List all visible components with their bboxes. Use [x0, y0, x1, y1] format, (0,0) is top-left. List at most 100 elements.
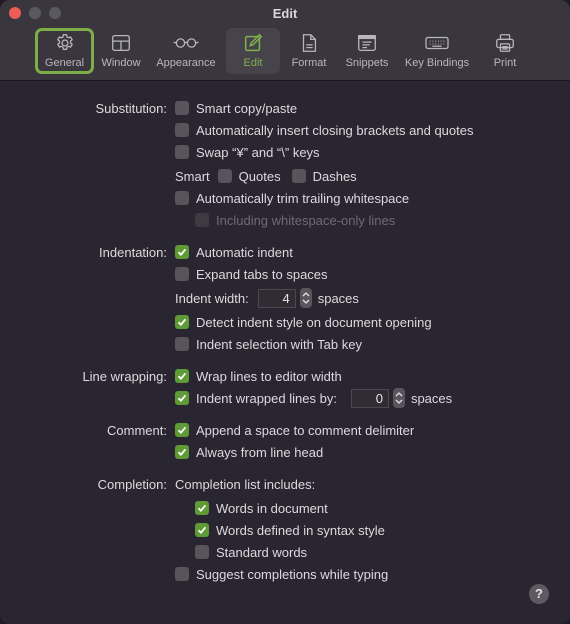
checkbox-label: Standard words: [216, 544, 308, 560]
words-in-syntax-checkbox[interactable]: Words defined in syntax style: [195, 520, 385, 540]
checkbox-box[interactable]: [195, 545, 209, 559]
suggest-completions-checkbox[interactable]: Suggest completions while typing: [175, 564, 388, 584]
help-button[interactable]: ?: [529, 584, 549, 604]
line-wrapping-label: Line wrapping:: [82, 368, 167, 384]
checkmark-icon: [177, 248, 187, 257]
comment-label: Comment:: [107, 422, 167, 438]
smart-quotes-checkbox[interactable]: [217, 169, 232, 183]
edit-settings-panel: Substitution: Smart copy/paste Automatic…: [0, 81, 570, 624]
wrap-lines-checkbox[interactable]: Wrap lines to editor width: [175, 366, 342, 386]
keyboard-icon: [425, 36, 449, 50]
including-whitespace-only-checkbox: Including whitespace-only lines: [195, 210, 395, 230]
smart-dashes-checkbox[interactable]: [291, 169, 306, 183]
indent-width-field[interactable]: 4: [257, 288, 296, 308]
trim-trailing-whitespace-checkbox[interactable]: Automatically trim trailing whitespace: [175, 188, 409, 208]
checkbox-label: Words defined in syntax style: [216, 522, 385, 538]
checkbox-label: Always from line head: [196, 444, 324, 460]
tab-appearance[interactable]: Appearance: [150, 28, 222, 74]
indent-wrapped-lines-checkbox[interactable]: [175, 391, 189, 405]
checkmark-icon: [177, 372, 187, 381]
completion-list-label: Completion list includes:: [175, 476, 316, 492]
tab-window-label: Window: [101, 57, 141, 69]
checkmark-icon: [197, 504, 207, 513]
indent-wrapped-unit: spaces: [410, 390, 453, 406]
stepper-arrows-icon: [302, 292, 310, 304]
checkbox-box[interactable]: [175, 267, 189, 281]
indent-selection-tab-checkbox[interactable]: Indent selection with Tab key: [175, 334, 362, 354]
indent-wrapped-stepper[interactable]: [392, 388, 405, 408]
checkbox-label: Append a space to comment delimiter: [196, 422, 415, 438]
tab-snippets[interactable]: Snippets: [340, 28, 394, 74]
auto-close-brackets-checkbox[interactable]: Automatically insert closing brackets an…: [175, 120, 473, 140]
detect-indent-style-checkbox[interactable]: Detect indent style on document opening: [175, 312, 432, 332]
indent-width-row: Indent width: 4 spaces: [175, 288, 359, 308]
checkbox-label: Expand tabs to spaces: [196, 266, 328, 282]
checkbox-box[interactable]: [175, 423, 189, 437]
checkbox-box[interactable]: [175, 445, 189, 459]
checkbox-label: Automatically trim trailing whitespace: [196, 190, 410, 206]
expand-tabs-checkbox[interactable]: Expand tabs to spaces: [175, 264, 328, 284]
checkbox-box[interactable]: [175, 245, 189, 259]
tab-key-bindings[interactable]: Key Bindings: [400, 28, 474, 74]
tab-edit[interactable]: Edit: [226, 28, 280, 74]
checkbox-box[interactable]: [175, 315, 189, 329]
words-in-document-checkbox[interactable]: Words in document: [195, 498, 328, 518]
tab-print-label: Print: [493, 57, 517, 69]
indentation-label: Indentation:: [99, 244, 167, 260]
indent-wrapped-field[interactable]: 0: [350, 388, 389, 408]
edit-icon: [244, 33, 263, 52]
checkbox-label: Automatically insert closing brackets an…: [196, 122, 474, 138]
glasses-icon: [173, 38, 199, 48]
automatic-indent-checkbox[interactable]: Automatic indent: [175, 242, 293, 262]
smart-quotes-label: Quotes: [238, 168, 281, 184]
document-icon: [302, 34, 317, 52]
printer-icon: [496, 34, 514, 52]
always-from-line-head-checkbox[interactable]: Always from line head: [175, 442, 323, 462]
append-space-checkbox[interactable]: Append a space to comment delimiter: [175, 420, 414, 440]
tab-appearance-label: Appearance: [156, 57, 216, 69]
window-title: Edit: [272, 6, 298, 21]
checkbox-box[interactable]: [175, 101, 189, 115]
checkbox-box[interactable]: [175, 369, 189, 383]
gear-icon: [56, 34, 73, 50]
checkmark-icon: [177, 426, 187, 435]
checkbox-label: Swap “¥” and “\” keys: [196, 144, 320, 160]
checkbox-box[interactable]: [195, 501, 209, 515]
titlebar: Edit General Window Appearance Edit Form…: [0, 0, 570, 81]
substitution-label: Substitution:: [95, 100, 167, 116]
checkbox-label: Suggest completions while typing: [196, 566, 389, 582]
indent-width-stepper[interactable]: [299, 288, 312, 308]
checkmark-icon: [177, 318, 187, 327]
tab-general[interactable]: General: [35, 28, 94, 74]
checkbox-box[interactable]: [175, 191, 189, 205]
checkbox-box[interactable]: [175, 337, 189, 351]
checkbox-label: Detect indent style on document opening: [196, 314, 432, 330]
checkbox-box[interactable]: [195, 523, 209, 537]
smart-copy-paste-checkbox[interactable]: Smart copy/paste: [175, 98, 297, 118]
tab-window[interactable]: Window: [96, 28, 146, 74]
window-icon: [112, 35, 130, 51]
checkbox-label: Including whitespace-only lines: [216, 212, 396, 228]
checkbox-box[interactable]: [175, 123, 189, 137]
checkmark-icon: [177, 394, 187, 403]
checkmark-icon: [197, 526, 207, 535]
checkbox-label: Words in document: [216, 500, 328, 516]
swap-yen-backslash-checkbox[interactable]: Swap “¥” and “\” keys: [175, 142, 320, 162]
checkbox-label: Indent wrapped lines by:: [196, 390, 337, 406]
smart-label: Smart: [175, 168, 210, 184]
standard-words-checkbox[interactable]: Standard words: [195, 542, 307, 562]
tab-print[interactable]: Print: [482, 28, 528, 74]
smart-options-row: Smart Quotes Dashes: [175, 166, 357, 186]
tab-format[interactable]: Format: [284, 28, 334, 74]
indent-width-unit: spaces: [317, 290, 359, 306]
tab-snippets-label: Snippets: [345, 57, 389, 69]
preferences-window: Edit General Window Appearance Edit Form…: [0, 0, 570, 624]
checkbox-label: Automatic indent: [196, 244, 293, 260]
checkbox-box[interactable]: [175, 567, 189, 581]
stepper-arrows-icon: [395, 392, 403, 404]
completion-label: Completion:: [97, 476, 167, 492]
tab-format-label: Format: [291, 57, 327, 69]
smart-dashes-label: Dashes: [312, 168, 357, 184]
checkbox-box[interactable]: [175, 145, 189, 159]
checkbox-label: Wrap lines to editor width: [196, 368, 342, 384]
